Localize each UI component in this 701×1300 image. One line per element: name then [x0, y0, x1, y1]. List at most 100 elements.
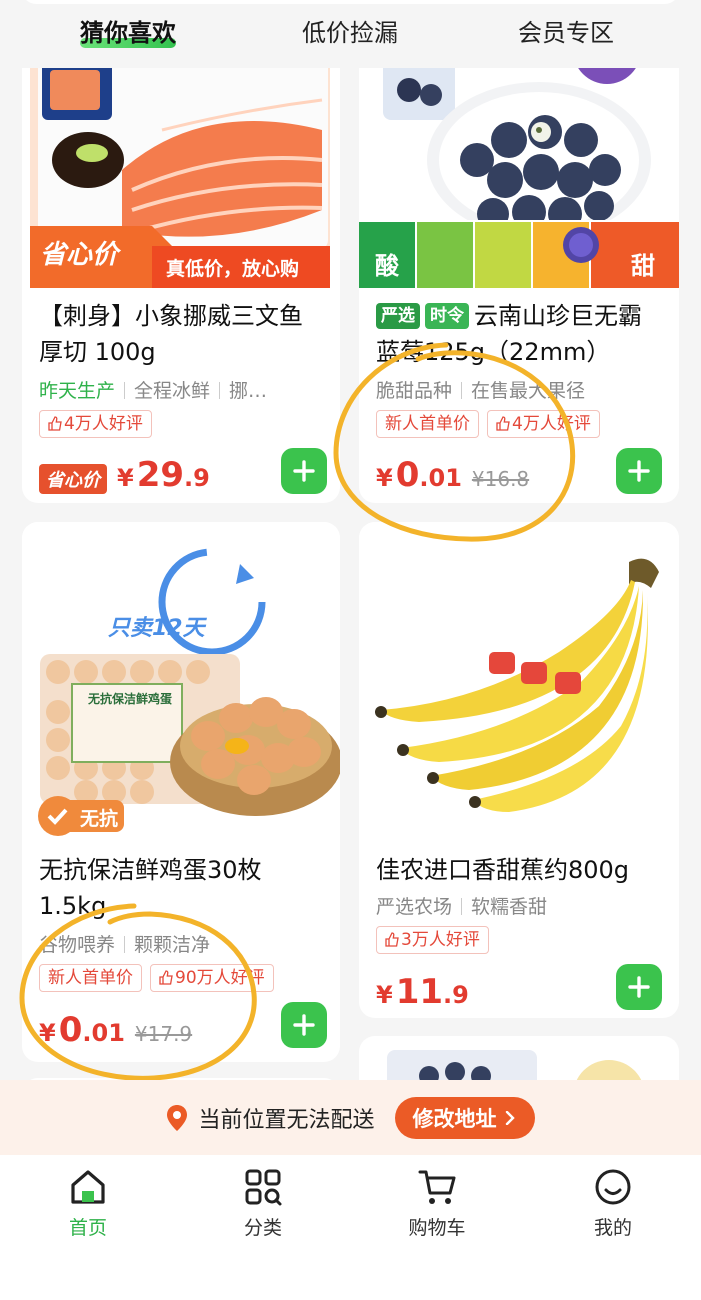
- currency-symbol: ¥: [376, 464, 393, 492]
- price-decimal: .01: [419, 464, 462, 492]
- price: ¥0.01 ¥17.9: [39, 1010, 192, 1050]
- antibiotic-free-badge: 无抗: [80, 808, 119, 830]
- change-address-button[interactable]: 修改地址: [394, 1096, 535, 1139]
- nav-mine-label: 我的: [593, 1217, 632, 1239]
- tab-guess-you-like[interactable]: 猜你喜欢: [80, 16, 176, 50]
- price-decimal: .9: [443, 981, 469, 1009]
- taste-scale-sweet: 甜: [631, 252, 655, 280]
- product-chips: 4万人好评: [39, 410, 152, 438]
- product-card-banana[interactable]: 佳农进口香甜蕉约800g 严选农场 软糯香甜 3万人好评 ¥11.9: [359, 522, 679, 1018]
- bottom-navigation: 首页 分类 购物车 我的: [0, 1155, 701, 1300]
- tag-item: 在售最大果径: [471, 380, 586, 402]
- plus-icon: [628, 976, 650, 998]
- add-to-cart-button[interactable]: [616, 964, 662, 1010]
- product-tags: 谷物喂养 颗颗洁净: [39, 930, 210, 957]
- chevron-right-icon: [505, 1110, 515, 1125]
- newcomer-price-chip: 新人首单价: [376, 410, 479, 438]
- product-tags: 脆甜品种 在售最大果径: [376, 376, 585, 403]
- nav-cart-label: 购物车: [408, 1217, 466, 1239]
- delivery-warning-text: 当前位置无法配送: [198, 1107, 375, 1133]
- price-decimal: .01: [82, 1019, 125, 1047]
- rating-chip: 90万人好评: [150, 964, 274, 992]
- product-chips: 新人首单价 4万人好评: [376, 410, 600, 438]
- price-integer: 29: [136, 455, 185, 495]
- tab-label: 猜你喜欢: [80, 19, 176, 47]
- thumbs-up-icon: [496, 413, 510, 431]
- thumbs-up-icon: [48, 413, 62, 431]
- add-to-cart-button[interactable]: [281, 448, 327, 494]
- currency-symbol: ¥: [376, 981, 393, 1009]
- product-chips: 新人首单价 90万人好评: [39, 964, 274, 992]
- price: ¥0.01 ¥16.8: [376, 455, 529, 495]
- tag-item: 挪…: [229, 380, 268, 402]
- tag-item: 严选农场: [376, 896, 453, 918]
- add-to-cart-button[interactable]: [616, 448, 662, 494]
- rating-chip: 3万人好评: [376, 926, 489, 954]
- image-promo-text: 只卖12天: [108, 616, 205, 641]
- tag-item: 颗颗洁净: [134, 934, 211, 956]
- product-tags: 昨天生产 全程冰鲜 挪…: [39, 376, 267, 403]
- currency-symbol: ¥: [39, 1019, 56, 1047]
- price-badge: 省心价: [39, 464, 107, 494]
- home-icon: [71, 1170, 105, 1204]
- rating-chip: 4万人好评: [487, 410, 600, 438]
- price-integer: 0: [395, 455, 420, 495]
- thumbs-up-icon: [159, 967, 173, 985]
- change-address-label: 修改地址: [412, 1106, 497, 1131]
- tag-item: 脆甜品种: [376, 380, 453, 402]
- product-chips: 3万人好评: [376, 926, 489, 954]
- tag-item: 谷物喂养: [39, 934, 116, 956]
- product-title: 佳农进口香甜蕉约800g: [376, 856, 630, 884]
- top-card-edge: [22, 0, 679, 4]
- page: 猜你喜欢 低价捡漏 会员专区 省心价 真低价，放心购 【刺身】小象挪威三文鱼厚切…: [0, 0, 701, 1300]
- tag-item: 全程冰鲜: [134, 380, 211, 402]
- product-tags: 严选农场 软糯香甜: [376, 892, 547, 919]
- newcomer-price-chip: 新人首单价: [39, 964, 142, 992]
- egg-box-label: 无抗保洁鲜鸡蛋: [87, 692, 172, 706]
- product-image-blueberry[interactable]: 酸 甜: [359, 40, 679, 288]
- tab-low-price[interactable]: 低价捡漏: [302, 16, 398, 50]
- tab-member-zone[interactable]: 会员专区: [518, 16, 614, 50]
- shopping-cart-icon: [418, 1170, 456, 1204]
- product-image-eggs[interactable]: 只卖12天 无抗保洁鲜鸡蛋 无抗: [22, 522, 340, 838]
- nav-cart[interactable]: 购物车: [387, 1167, 487, 1240]
- tag-item: 软糯香甜: [471, 896, 548, 918]
- rating-chip: 4万人好评: [39, 410, 152, 438]
- product-title: 无抗保洁鲜鸡蛋30枚 1.5kg: [39, 856, 262, 920]
- plus-icon: [293, 460, 315, 482]
- nav-home[interactable]: 首页: [38, 1167, 138, 1240]
- top-tabs: 猜你喜欢 低价捡漏 会员专区: [0, 0, 701, 68]
- product-image-salmon[interactable]: 省心价 真低价，放心购: [22, 40, 340, 288]
- category-grid-icon: [245, 1169, 282, 1206]
- nav-home-label: 首页: [68, 1217, 107, 1239]
- add-to-cart-button[interactable]: [281, 1002, 327, 1048]
- currency-symbol: ¥: [117, 464, 134, 492]
- original-price: ¥16.8: [471, 467, 530, 491]
- product-card-salmon[interactable]: 省心价 真低价，放心购 【刺身】小象挪威三文鱼厚切 100g 昨天生产 全程冰鲜挪…: [22, 40, 340, 503]
- price-integer: 0: [58, 1010, 83, 1050]
- nav-category[interactable]: 分类: [213, 1167, 313, 1240]
- taste-scale-sour: 酸: [375, 252, 399, 280]
- smiley-profile-icon: [595, 1169, 631, 1205]
- product-title: 【刺身】小象挪威三文鱼厚切 100g: [39, 302, 303, 366]
- price-integer: 11: [395, 972, 444, 1012]
- product-card-eggs[interactable]: 只卖12天 无抗保洁鲜鸡蛋 无抗 无抗保洁鲜鸡蛋30枚 1.5kg 谷物喂养 颗颗…: [22, 522, 340, 1062]
- nav-category-label: 分类: [243, 1217, 282, 1239]
- badge-seasonal: 时令: [425, 303, 469, 329]
- plus-icon: [293, 1014, 315, 1036]
- location-pin-icon: [167, 1104, 188, 1131]
- price-decimal: .9: [184, 464, 210, 492]
- thumbs-up-icon: [385, 929, 399, 947]
- product-card-blueberry[interactable]: 酸 甜 严选 时令 云南山珍巨无霸蓝莓125g（22mm） 脆甜品种 在售最大果径 新…: [359, 40, 679, 503]
- product-title: 严选 时令 云南山珍巨无霸蓝莓125g（22mm）: [376, 298, 665, 370]
- image-banner-label: 省心价: [40, 240, 119, 270]
- original-price: ¥17.9: [134, 1022, 193, 1046]
- plus-icon: [628, 460, 650, 482]
- delivery-location-bar: 当前位置无法配送 修改地址: [0, 1080, 701, 1155]
- image-banner-slogan: 真低价，放心购: [166, 258, 300, 280]
- product-image-banana[interactable]: [359, 522, 679, 838]
- badge-yanxuan: 严选: [376, 303, 420, 329]
- price: 省心价 ¥29.9: [39, 455, 210, 495]
- nav-mine[interactable]: 我的: [563, 1167, 663, 1240]
- tag-item: 昨天生产: [39, 380, 116, 402]
